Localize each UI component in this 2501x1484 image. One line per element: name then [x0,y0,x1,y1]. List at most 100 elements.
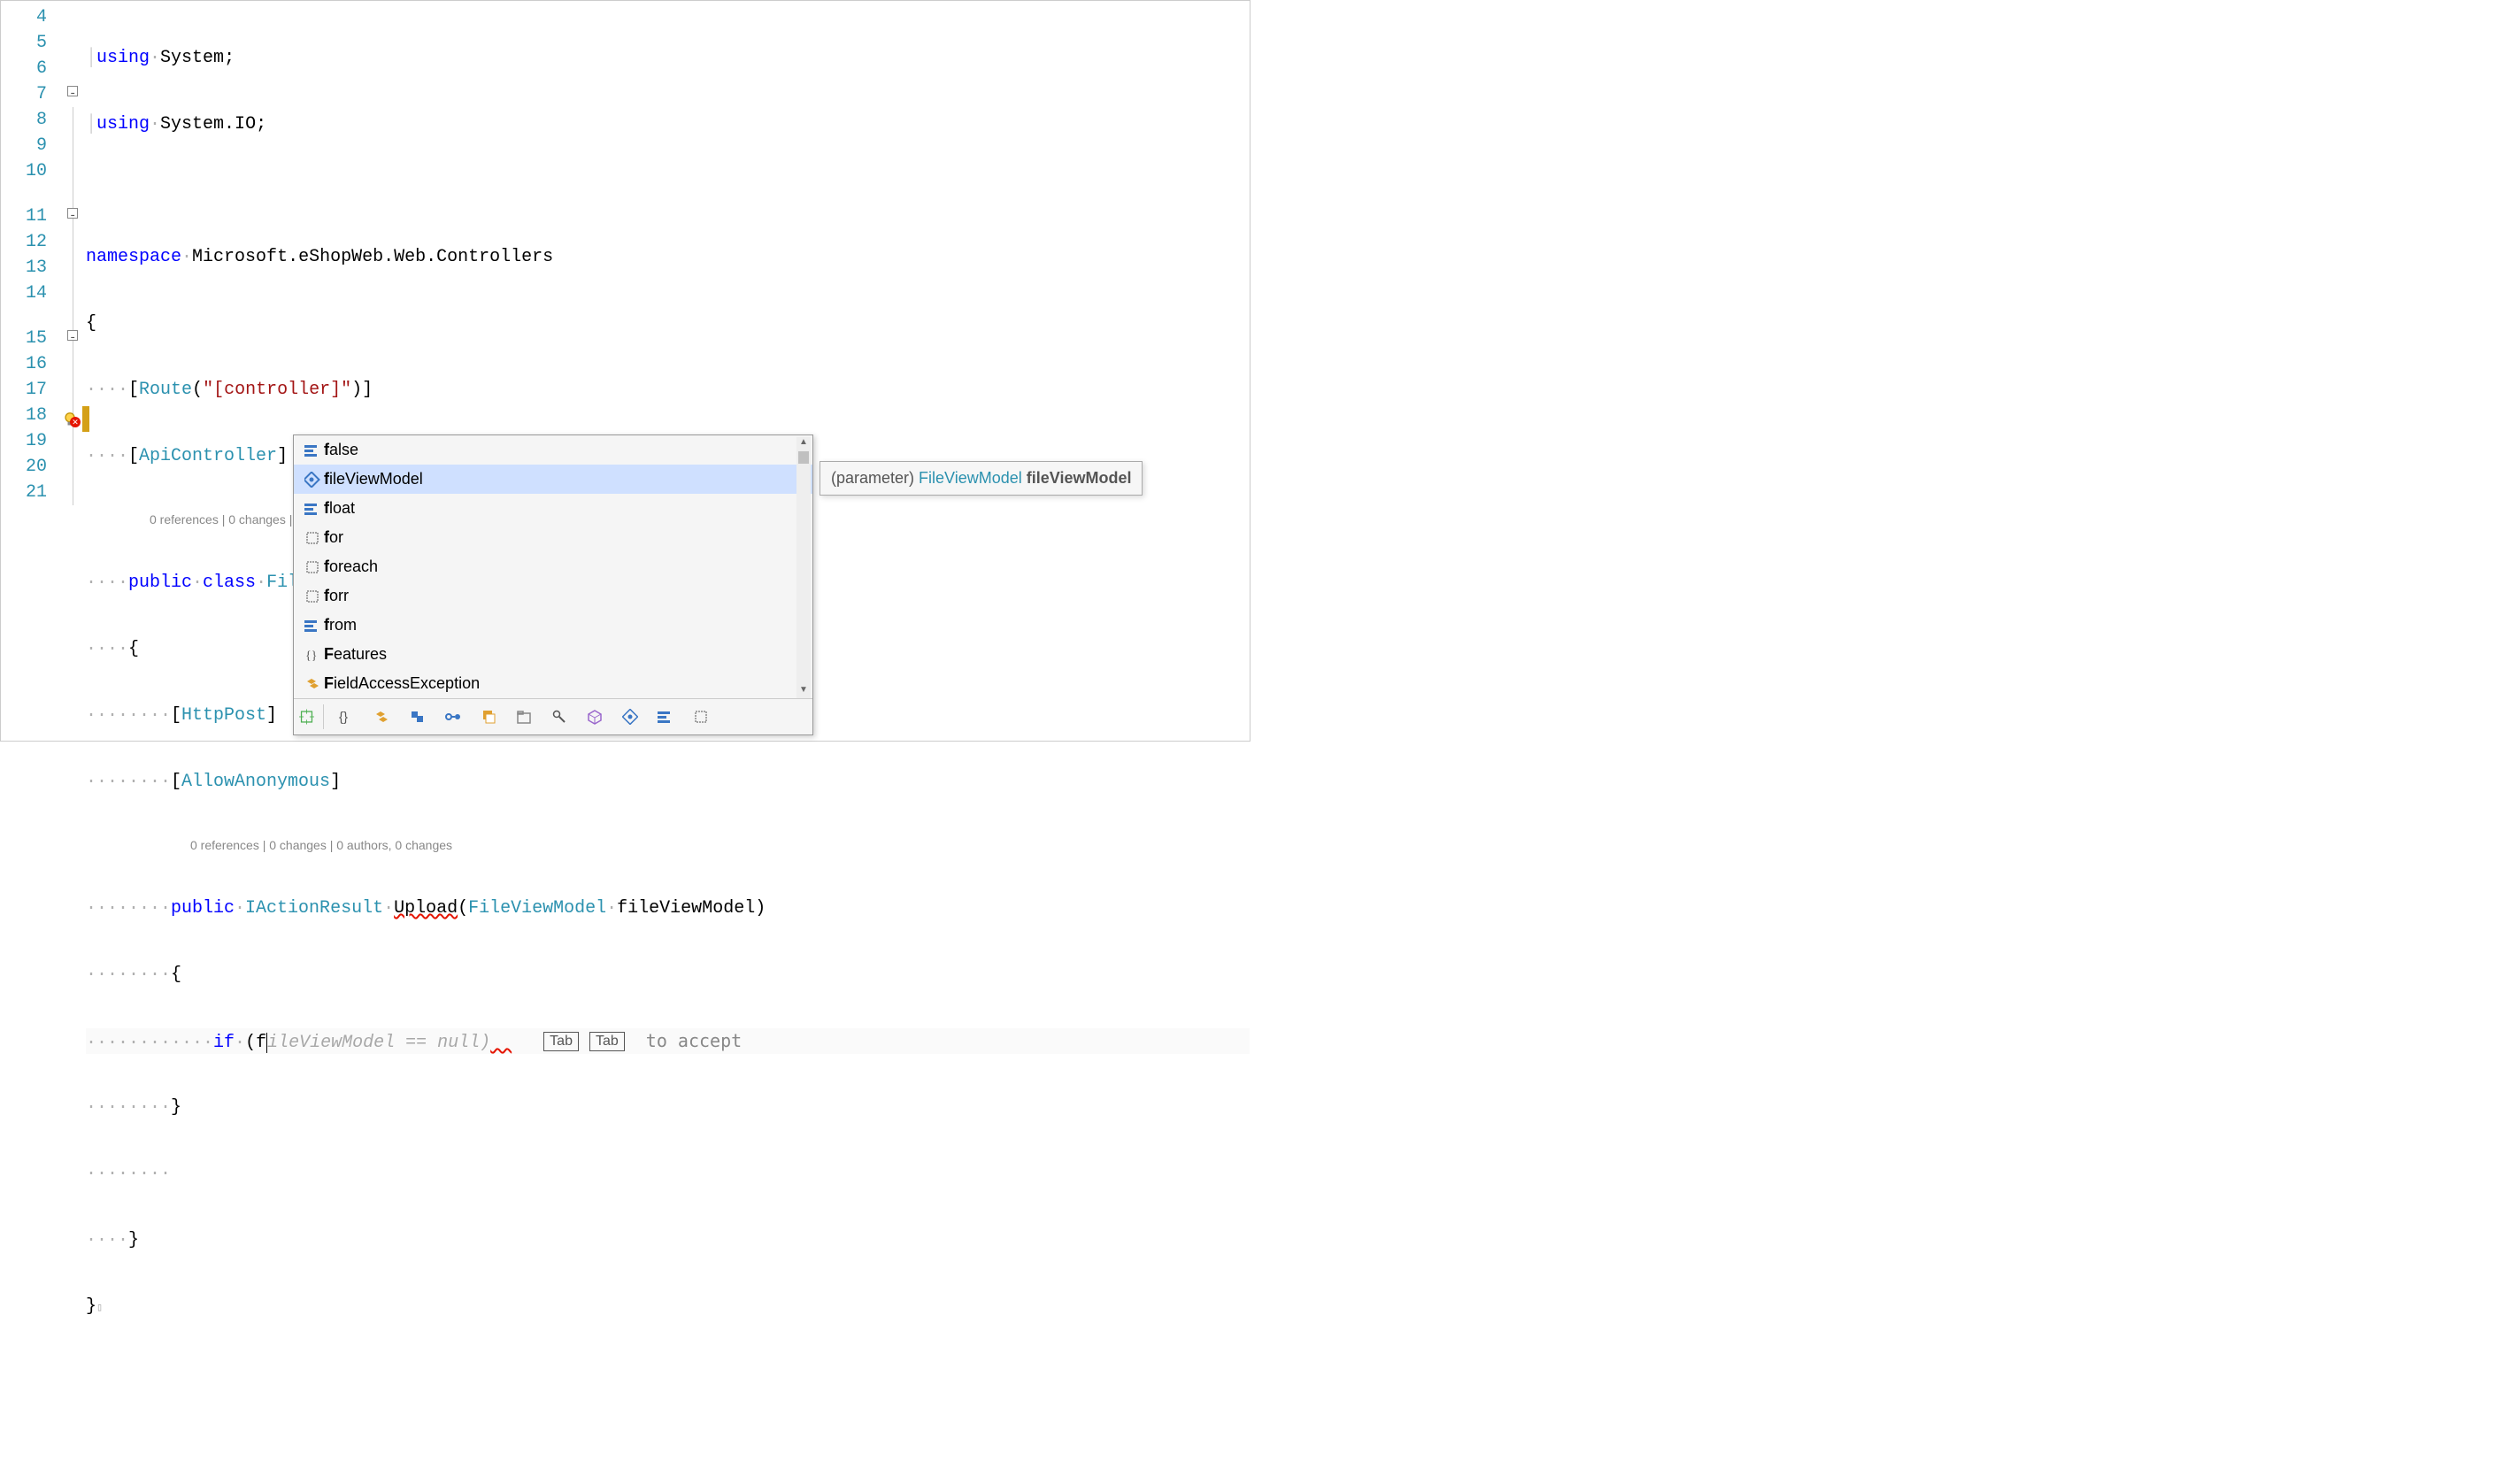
snippet-icon [301,560,324,574]
line-number: 14 [1,281,56,306]
namespace-system: System [160,48,224,68]
accept-hint: to accept [646,1030,742,1051]
filter-snippet-icon[interactable] [689,704,713,729]
whitespace-dots: ···· [86,1230,128,1250]
filter-target-icon[interactable] [299,704,324,729]
intellisense-list[interactable]: false fileViewModel float for foreach fo… [294,435,812,698]
filter-keyword-icon[interactable] [653,704,678,729]
filter-property-icon[interactable]: {} [335,704,359,729]
intellisense-scrollbar[interactable]: ▲ ▼ [796,437,811,698]
whitespace-dots: ···· [86,639,128,659]
line-number: 6 [1,56,56,81]
intellisense-item-fileviewmodel[interactable]: fileViewModel [294,465,812,494]
tooltip-label: (parameter) [831,469,914,487]
intellisense-item-forr[interactable]: forr [294,581,812,611]
intellisense-item-foreach[interactable]: foreach [294,552,812,581]
line-number: 16 [1,351,56,377]
attribute-apicontroller: ApiController [139,446,277,466]
whitespace-dots: ···· [86,573,128,593]
parameter-tooltip: (parameter) FileViewModel fileViewModel [820,461,1143,496]
svg-text:{}: {} [305,650,317,662]
filter-struct-icon[interactable] [405,704,430,729]
class-icon [301,676,324,692]
keyword-icon [301,503,324,515]
whitespace-dots: ············ [86,1033,213,1053]
line-number: 17 [1,377,56,403]
scroll-down-icon[interactable]: ▼ [796,685,811,698]
line-number: 21 [1,480,56,505]
line-number: 20 [1,454,56,480]
filter-class-icon[interactable] [370,704,395,729]
change-marker [82,406,89,432]
whitespace-dots: ········ [86,705,171,726]
whitespace-dots: ········ [86,898,171,919]
parameter-icon [301,472,324,488]
keyword-class: class [203,573,256,593]
snippet-icon [301,531,324,545]
filter-namespace-icon[interactable] [512,704,536,729]
line-number-gutter: 4 5 6 7 8 9 10 11 12 13 14 15 16 17 18 1… [1,1,63,741]
attribute-route: Route [139,380,192,400]
attribute-allowanonymous: AllowAnonymous [181,772,330,792]
typed-fragment: f [256,1033,266,1053]
codelens-info[interactable]: 0 references | 0 changes | 0 authors, 0 … [86,838,452,852]
keyword-using: using [96,114,150,135]
snippet-icon [301,589,324,604]
intellisense-item-fieldaccessexception[interactable]: FieldAccessException [294,669,812,698]
keyword-if: if [213,1033,235,1053]
keyword-using: using [96,48,150,68]
intellisense-filter-bar[interactable]: {} [294,698,812,734]
intellisense-item-false[interactable]: false [294,435,812,465]
param-name: fileViewModel [617,898,755,919]
keyword-namespace: namespace [86,247,181,267]
whitespace-dots: ········ [86,965,171,985]
scroll-up-icon[interactable]: ▲ [796,437,811,451]
param-type: FileViewModel [468,898,606,919]
intellisense-item-features[interactable]: {} Features [294,640,812,669]
line-number: 4 [1,4,56,30]
scroll-thumb[interactable] [798,451,809,464]
fold-toggle-icon[interactable] [67,208,78,219]
fold-toggle-icon[interactable] [67,86,78,96]
intellisense-item-float[interactable]: float [294,494,812,523]
line-number: 13 [1,255,56,281]
attribute-httppost: HttpPost [181,705,266,726]
route-string: "[controller]" [203,380,351,400]
intellisense-popup[interactable]: false fileViewModel float for foreach fo… [293,434,813,735]
tab-hint: Tab [589,1032,625,1051]
filter-cube-icon[interactable] [582,704,607,729]
tab-hint: Tab [543,1032,579,1051]
line-number: 12 [1,229,56,255]
intellisense-item-from[interactable]: from [294,611,812,640]
outlining-margin[interactable] [63,1,82,741]
line-number: 5 [1,30,56,56]
whitespace-dots: ········ [86,772,171,792]
filter-interface-icon[interactable] [441,704,466,729]
line-number: 11 [1,204,56,229]
keyword-icon [301,444,324,457]
whitespace-dots: ········ [86,1164,171,1184]
whitespace-dots: ········ [86,1097,171,1118]
namespace-system-io: System.IO [160,114,256,135]
fold-toggle-icon[interactable] [67,330,78,341]
error-icon[interactable]: ✕ [70,417,81,427]
line-number: 18 [1,403,56,428]
intellisense-item-for[interactable]: for [294,523,812,552]
namespace-name: Microsoft.eShopWeb.Web.Controllers [192,247,553,267]
tooltip-name: fileViewModel [1027,469,1132,487]
method-name: Upload [394,898,458,919]
keyword-public: public [128,573,192,593]
keyword-public: public [171,898,235,919]
line-number: 10 [1,158,56,184]
line-number: 7 [1,81,56,107]
svg-text:{}: {} [339,710,348,725]
whitespace-dots: ···· [86,380,128,400]
filter-parameter-icon[interactable] [618,704,643,729]
line-number: 15 [1,326,56,351]
filter-enum-icon[interactable] [476,704,501,729]
tooltip-type: FileViewModel [919,469,1022,487]
filter-method-icon[interactable] [547,704,572,729]
return-type: IActionResult [245,898,383,919]
ai-suggestion-text: ileViewModel == null) [267,1033,490,1053]
line-number: 8 [1,107,56,133]
